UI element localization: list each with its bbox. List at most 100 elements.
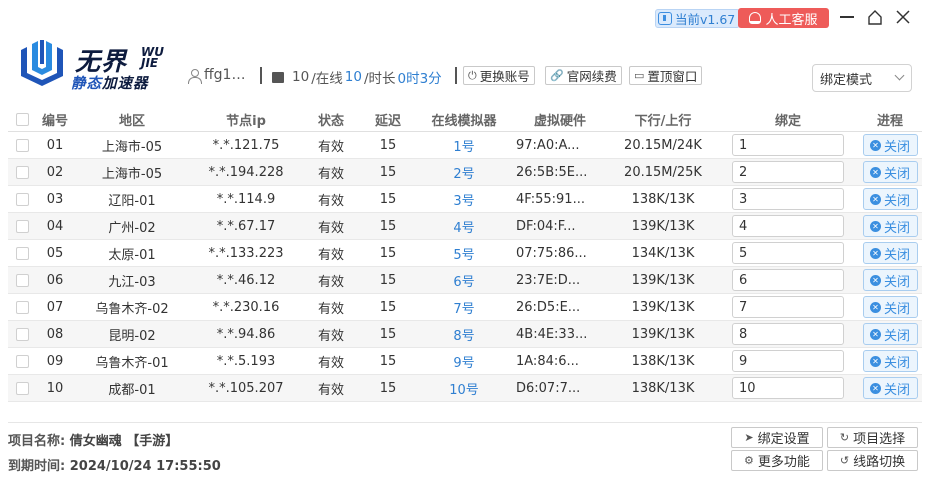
row-select-cell [8, 327, 36, 341]
row-speed: 138K/13K [631, 353, 695, 369]
row-simulator-link[interactable]: 9号 [453, 356, 474, 371]
row-close-label: 关闭 [883, 166, 910, 182]
maximize-button[interactable] [864, 6, 886, 28]
customer-service-button[interactable]: 人工客服 [738, 8, 829, 28]
row-bind-input[interactable]: 9 [732, 350, 844, 372]
row-bind-input[interactable]: 7 [732, 296, 844, 318]
project-select-button[interactable]: ↻ 项目选择 [827, 427, 918, 448]
row-checkbox[interactable] [15, 300, 29, 314]
row-bind-input[interactable]: 2 [732, 161, 844, 183]
row-bind-input[interactable]: 3 [732, 188, 844, 210]
table-header: 编号 地区 节点ip 状态 延迟 在线模拟器 虚拟硬件 下行/上行 绑定 进程 [8, 108, 922, 132]
row-status: 有效 [317, 274, 344, 290]
row-bind-cell: 6 [718, 269, 858, 291]
row-checkbox[interactable] [15, 273, 29, 287]
row-simulator-link[interactable]: 8号 [453, 329, 474, 344]
row-node-ip: *.*.114.9 [216, 191, 276, 207]
row-bind-input[interactable]: 8 [732, 323, 844, 345]
version-badge[interactable]: 当前v1.67 [655, 9, 741, 28]
close-circle-icon: ✕ [869, 166, 881, 178]
row-simulator-cell: 6号 [416, 271, 512, 290]
row-simulator-link[interactable]: 7号 [453, 302, 474, 317]
row-delay: 15 [379, 299, 397, 315]
row-simulator-link[interactable]: 5号 [453, 248, 474, 263]
row-bind-input[interactable]: 6 [732, 269, 844, 291]
row-virtual-hardware: 1A:84:6... [516, 353, 579, 369]
row-close-button[interactable]: ✕ 关闭 [862, 377, 918, 399]
row-checkbox[interactable] [15, 192, 29, 206]
switch-account-button[interactable]: ⏻ 更换账号 [463, 66, 535, 85]
row-region: 乌鲁木齐-02 [95, 301, 169, 317]
row-checkbox[interactable] [15, 246, 29, 260]
row-close-button[interactable]: ✕ 关闭 [862, 296, 918, 318]
column-header: 节点ip [226, 114, 266, 129]
row-status: 有效 [317, 139, 344, 155]
close-window-button[interactable] [892, 6, 914, 28]
row-close-button[interactable]: ✕ 关闭 [862, 188, 918, 210]
row-close-button[interactable]: ✕ 关闭 [862, 242, 918, 264]
row-close-button[interactable]: ✕ 关闭 [862, 269, 918, 291]
pin-window-button[interactable]: ▭ 置顶窗口 [629, 66, 703, 85]
row-checkbox[interactable] [15, 354, 29, 368]
row-process-cell: ✕ 关闭 [858, 296, 922, 318]
close-circle-icon: ✕ [869, 355, 881, 367]
row-checkbox[interactable] [15, 381, 29, 395]
bind-mode-select[interactable]: 绑定模式 [812, 64, 912, 92]
row-simulator-link[interactable]: 6号 [453, 275, 474, 290]
logo-sub-part1: 静态 [71, 76, 102, 92]
power-icon: ⏻ [468, 68, 477, 82]
row-checkbox[interactable] [15, 165, 29, 179]
row-close-label: 关闭 [883, 220, 910, 236]
row-delay: 15 [379, 137, 397, 153]
row-close-button[interactable]: ✕ 关闭 [862, 215, 918, 237]
rotate-icon: ↺ [839, 454, 850, 467]
minimize-button[interactable] [836, 6, 858, 28]
row-simulator-link[interactable]: 1号 [453, 140, 474, 155]
row-checkbox[interactable] [15, 327, 29, 341]
row-bind-input[interactable]: 4 [732, 215, 844, 237]
renew-button[interactable]: 🔗 官网续费 [545, 66, 622, 85]
row-simulator-link[interactable]: 10号 [449, 383, 479, 398]
row-checkbox[interactable] [15, 138, 29, 152]
row-process-cell: ✕ 关闭 [858, 377, 922, 399]
row-checkbox[interactable] [15, 219, 29, 233]
row-virtual-hardware: 07:75:86... [516, 245, 587, 261]
more-functions-button[interactable]: ⚙ 更多功能 [731, 450, 823, 471]
row-close-button[interactable]: ✕ 关闭 [862, 134, 918, 156]
row-node-ip: *.*.67.17 [216, 218, 276, 234]
close-circle-icon: ✕ [869, 193, 881, 205]
row-close-label: 关闭 [883, 139, 910, 155]
row-delay: 15 [379, 380, 397, 396]
column-header: 编号 [41, 114, 68, 129]
row-close-label: 关闭 [883, 382, 910, 398]
table-row: 10 成都-01 *.*.105.207 有效 15 10号 D6:07:7... 138K/… [8, 375, 922, 402]
row-region: 昆明-02 [108, 328, 156, 344]
row-bind-cell: 1 [718, 134, 858, 156]
line-switch-button[interactable]: ↺ 线路切换 [827, 450, 918, 471]
row-bind-input[interactable]: 10 [732, 377, 844, 399]
bind-settings-button[interactable]: ➤ 绑定设置 [731, 427, 823, 448]
row-close-button[interactable]: ✕ 关闭 [862, 161, 918, 183]
row-bind-input[interactable]: 1 [732, 134, 844, 156]
row-simulator-link[interactable]: 2号 [453, 167, 474, 182]
row-simulator-link[interactable]: 3号 [453, 194, 474, 209]
select-all-checkbox[interactable] [15, 113, 29, 126]
logo-subtitle: 静态加速器 [71, 72, 149, 93]
user-info[interactable]: ffg1… [188, 67, 245, 84]
project-select-label: 项目选择 [853, 432, 906, 447]
row-bind-input[interactable]: 5 [732, 242, 844, 264]
version-label: 当前v1.67 [675, 12, 736, 27]
more-functions-label: 更多功能 [757, 455, 810, 470]
row-bind-cell: 2 [718, 161, 858, 183]
row-close-button[interactable]: ✕ 关闭 [862, 350, 918, 372]
row-close-button[interactable]: ✕ 关闭 [862, 323, 918, 345]
column-header: 绑定 [774, 114, 801, 129]
column-header: 状态 [317, 114, 344, 129]
row-simulator-link[interactable]: 4号 [453, 221, 474, 236]
column-header: 进程 [876, 114, 903, 129]
row-select-cell [8, 192, 36, 206]
gear-icon: ⚙ [744, 454, 754, 467]
row-virtual-hardware: 26:D5:E... [516, 299, 581, 315]
row-region: 乌鲁木齐-01 [95, 355, 169, 371]
table-row: 03 辽阳-01 *.*.114.9 有效 15 3号 4F:55:91... 138K/13… [8, 186, 922, 213]
